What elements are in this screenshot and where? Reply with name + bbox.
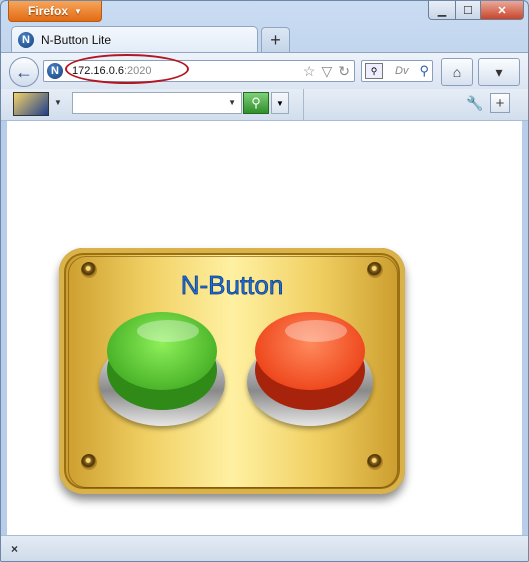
close-window-button[interactable]: ✕	[481, 1, 524, 20]
home-button[interactable]: ⌂	[441, 58, 473, 86]
page-title: N-Button	[180, 270, 284, 301]
bookmark-star-icon[interactable]: ☆	[303, 63, 316, 80]
toolbar-divider	[303, 89, 304, 120]
search-placeholder: Dv	[395, 65, 409, 77]
wrench-icon[interactable]: 🔧	[466, 95, 483, 112]
chevron-down-icon: ▼	[74, 6, 82, 16]
navigation-bar: ← N 172.16.0.6:2020 ☆ ▽ ↻ ⚲ Dv ⚲ ⌂ ▾	[1, 52, 528, 89]
screw-icon	[81, 454, 97, 470]
add-button[interactable]: +	[490, 93, 510, 113]
addon-toolbar: ▼ ▼ ⚲ ▼ 🔧 +	[1, 89, 528, 121]
page-content: N-Button	[7, 121, 522, 535]
tab-n-button-lite[interactable]: N N-Button Lite	[11, 26, 258, 52]
red-button[interactable]	[247, 312, 373, 438]
screw-icon	[367, 454, 383, 470]
chevron-down-icon[interactable]: ▼	[271, 92, 289, 114]
toolbar-search-button[interactable]: ⚲	[243, 92, 269, 114]
url-bar[interactable]: N 172.16.0.6:2020 ☆ ▽ ↻	[43, 54, 355, 84]
toolbar-search-combo[interactable]: ▼	[72, 92, 242, 114]
search-box[interactable]: ⚲ Dv ⚲	[361, 60, 433, 82]
minimize-button[interactable]: ▁	[428, 1, 456, 20]
firefox-menu-button[interactable]: Firefox ▼	[8, 1, 102, 22]
browser-window: Firefox ▼ ▁ ☐ ✕ N N-Button Lite + ← N 17…	[0, 0, 529, 562]
chevron-down-icon[interactable]: ▼	[228, 98, 236, 107]
chevron-down-icon[interactable]: ▼	[54, 98, 62, 107]
url-icons: ☆ ▽ ↻	[303, 63, 350, 80]
toolbar-logo-icon[interactable]	[13, 92, 49, 116]
n-button-favicon-icon: N	[18, 31, 34, 48]
close-icon[interactable]: ×	[11, 542, 18, 556]
maximize-button[interactable]: ☐	[456, 1, 481, 20]
history-dropdown-icon[interactable]: ▽	[321, 63, 332, 80]
window-controls: ▁ ☐ ✕	[428, 1, 524, 20]
site-identity-icon[interactable]: N	[47, 63, 63, 79]
tab-title: N-Button Lite	[41, 32, 112, 47]
bookmarks-menu-button[interactable]: ▾	[478, 58, 520, 86]
green-button[interactable]	[99, 312, 225, 438]
search-go-icon[interactable]: ⚲	[419, 63, 429, 79]
status-bar: ×	[1, 535, 528, 561]
reload-icon[interactable]: ↻	[338, 63, 350, 80]
search-engine-icon[interactable]: ⚲	[365, 63, 383, 79]
n-button-panel: N-Button	[59, 248, 405, 494]
url-highlight-circle	[65, 54, 189, 84]
new-tab-button[interactable]: +	[261, 27, 290, 53]
back-button[interactable]: ←	[9, 57, 39, 87]
firefox-menu-label: Firefox	[28, 4, 69, 18]
